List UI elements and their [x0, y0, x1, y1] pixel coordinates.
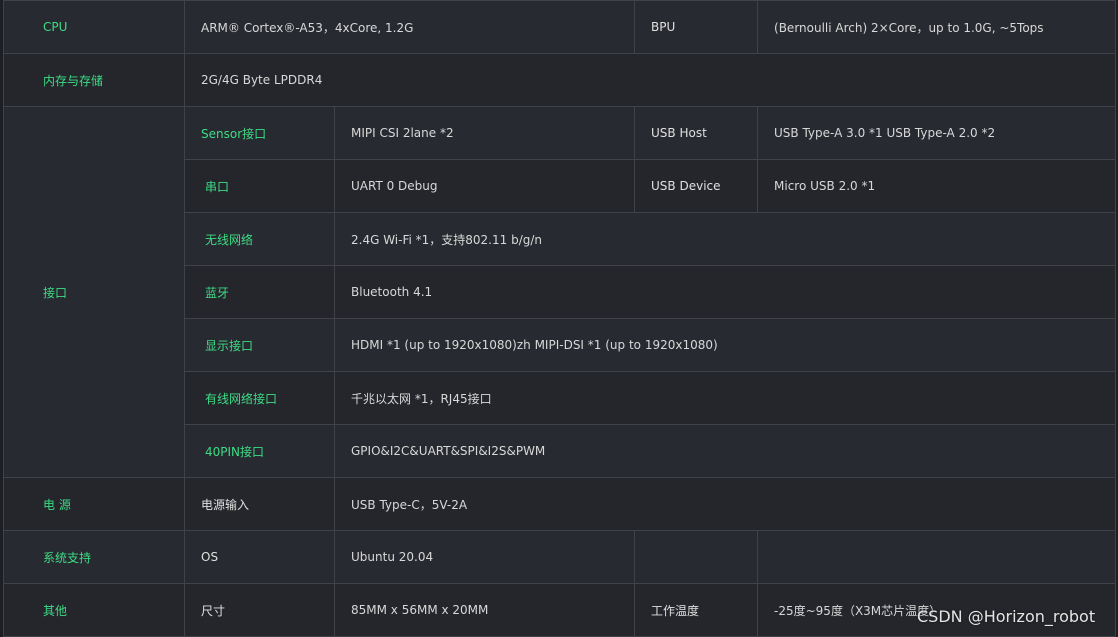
row-memory: 内存与存储 2G/4G Byte LPDDR4: [3, 53, 1117, 107]
cell-usb-host-value: USB Type-A 3.0 *1 USB Type-A 2.0 *2: [757, 106, 1117, 160]
cell-system-label: 系统支持: [3, 530, 185, 584]
cell-display-value: HDMI *1 (up to 1920x1080)zh MIPI-DSI *1 …: [333, 318, 1117, 372]
cell-memory-value: 2G/4G Byte LPDDR4: [183, 53, 1117, 107]
row-cpu: CPU ARM® Cortex®-A53，4xCore, 1.2G BPU (B…: [3, 0, 1117, 54]
cell-bluetooth-label: 蓝牙: [184, 265, 335, 319]
cell-interfaces-label: 接口: [3, 106, 185, 478]
cell-power-value: USB Type-C，5V-2A: [333, 477, 1117, 531]
cell-bpu-label: BPU: [634, 0, 759, 54]
cell-wifi-value: 2.4G Wi-Fi *1，支持802.11 b/g/n: [333, 212, 1117, 266]
cell-usb-device-label: USB Device: [634, 159, 759, 213]
cell-usb-host-label: USB Host: [634, 106, 759, 160]
cell-power-input-label: 电源输入: [184, 477, 335, 531]
cell-size-value: 85MM x 56MM x 20MM: [333, 583, 636, 637]
cell-memory-label: 内存与存储: [3, 53, 185, 107]
cell-power-label: 电 源: [3, 477, 185, 531]
spec-table: CPU ARM® Cortex®-A53，4xCore, 1.2G BPU (B…: [3, 0, 1117, 637]
cell-other-label: 其他: [3, 583, 185, 637]
cell-temp-label: 工作温度: [634, 583, 759, 637]
cell-bpu-value: (Bernoulli Arch) 2×Core，up to 1.0G, ~5To…: [757, 0, 1117, 54]
cell-size-label: 尺寸: [184, 583, 335, 637]
cell-cpu-value: ARM® Cortex®-A53，4xCore, 1.2G: [183, 0, 636, 54]
cell-empty-2: [757, 530, 1117, 584]
cell-empty-1: [634, 530, 759, 584]
cell-display-label: 显示接口: [184, 318, 335, 372]
cell-cpu-label: CPU: [3, 0, 185, 54]
cell-usb-device-value: Micro USB 2.0 *1: [757, 159, 1117, 213]
cell-ethernet-label: 有线网络接口: [184, 371, 335, 425]
cell-bluetooth-value: Bluetooth 4.1: [333, 265, 1117, 319]
row-sensor: 接口 Sensor接口 MIPI CSI 2lane *2 USB Host U…: [3, 106, 1117, 478]
row-power: 电 源 电源输入 USB Type-C，5V-2A: [3, 477, 1117, 531]
cell-serial-label: 串口: [184, 159, 335, 213]
cell-os-label: OS: [184, 530, 335, 584]
cell-wifi-label: 无线网络: [184, 212, 335, 266]
row-system: 系统支持 OS Ubuntu 20.04: [3, 530, 1117, 584]
cell-os-value: Ubuntu 20.04: [333, 530, 636, 584]
cell-sensor-value: MIPI CSI 2lane *2: [333, 106, 636, 160]
cell-ethernet-value: 千兆以太网 *1，RJ45接口: [333, 371, 1117, 425]
cell-40pin-label: 40PIN接口: [184, 424, 335, 478]
cell-sensor-label: Sensor接口: [184, 106, 335, 160]
cell-serial-value: UART 0 Debug: [333, 159, 636, 213]
watermark: CSDN @Horizon_robot: [917, 607, 1096, 626]
cell-40pin-value: GPIO&I2C&UART&SPI&I2S&PWM: [333, 424, 1117, 478]
